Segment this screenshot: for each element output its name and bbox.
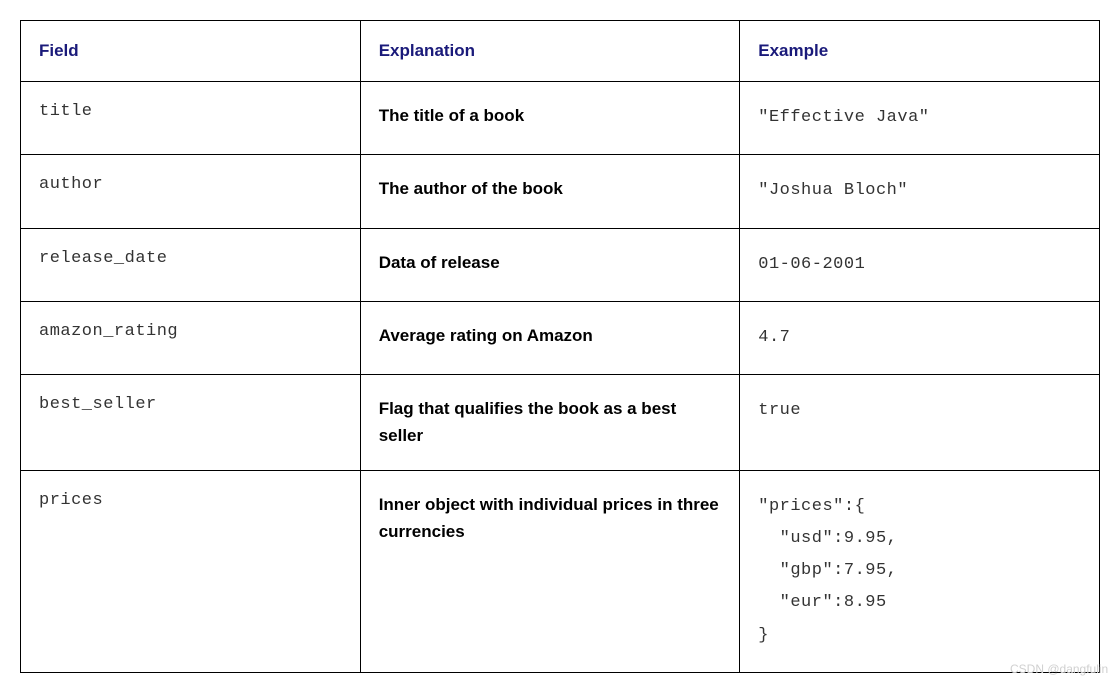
table-header-row: Field Explanation Example xyxy=(21,21,1100,82)
field-name: amazon_rating xyxy=(21,301,361,374)
field-example: 4.7 xyxy=(740,301,1100,374)
header-example: Example xyxy=(740,21,1100,82)
field-name: author xyxy=(21,155,361,228)
header-field: Field xyxy=(21,21,361,82)
watermark: CSDN @dangfulin xyxy=(1010,662,1108,676)
field-example: true xyxy=(740,375,1100,470)
field-name: release_date xyxy=(21,228,361,301)
field-name: title xyxy=(21,82,361,155)
field-explanation: The title of a book xyxy=(360,82,740,155)
table-row: release_date Data of release 01-06-2001 xyxy=(21,228,1100,301)
field-example: "prices":{ "usd":9.95, "gbp":7.95, "eur"… xyxy=(740,470,1100,672)
table-row: prices Inner object with individual pric… xyxy=(21,470,1100,672)
header-explanation: Explanation xyxy=(360,21,740,82)
table-row: author The author of the book "Joshua Bl… xyxy=(21,155,1100,228)
field-name: prices xyxy=(21,470,361,672)
field-example: "Effective Java" xyxy=(740,82,1100,155)
table-row: title The title of a book "Effective Jav… xyxy=(21,82,1100,155)
field-explanation: The author of the book xyxy=(360,155,740,228)
field-explanation: Inner object with individual prices in t… xyxy=(360,470,740,672)
table-row: amazon_rating Average rating on Amazon 4… xyxy=(21,301,1100,374)
table-row: best_seller Flag that qualifies the book… xyxy=(21,375,1100,470)
field-explanation: Flag that qualifies the book as a best s… xyxy=(360,375,740,470)
field-name: best_seller xyxy=(21,375,361,470)
field-explanation: Data of release xyxy=(360,228,740,301)
field-example: "Joshua Bloch" xyxy=(740,155,1100,228)
fields-table: Field Explanation Example title The titl… xyxy=(20,20,1100,673)
field-explanation: Average rating on Amazon xyxy=(360,301,740,374)
field-example: 01-06-2001 xyxy=(740,228,1100,301)
